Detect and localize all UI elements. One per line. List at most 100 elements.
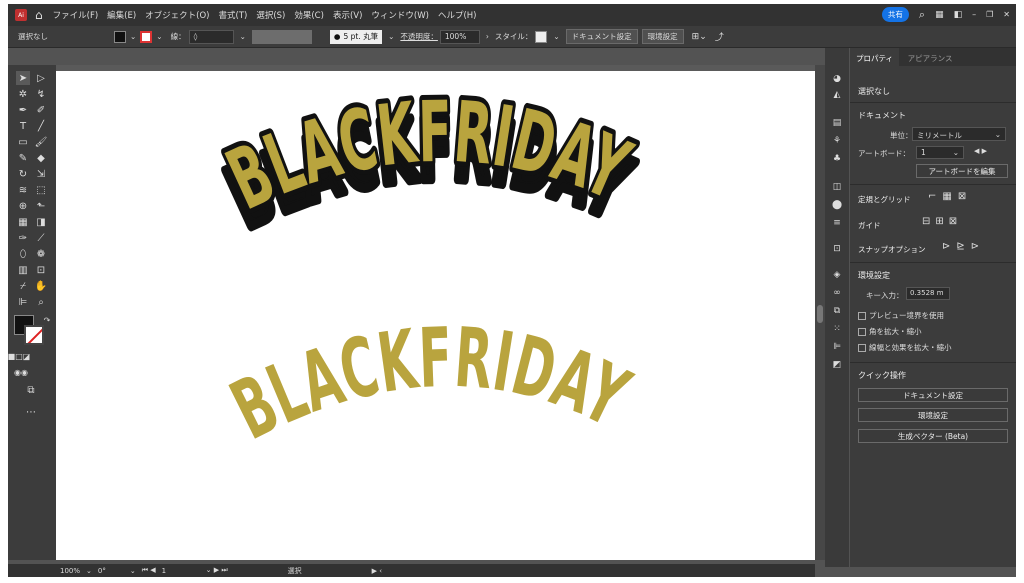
swatches-icon[interactable]: ▤ xyxy=(831,118,843,128)
artboard-number[interactable]: 1 xyxy=(162,567,202,575)
menu-window[interactable]: ウィンドウ(W) xyxy=(371,9,429,21)
rotate-tool-icon[interactable]: ↻ xyxy=(16,167,30,181)
preferences-button[interactable]: 環境設定 xyxy=(641,29,684,44)
chevron-down-icon[interactable]: ⌄ xyxy=(130,32,136,41)
swap-colors-icon[interactable]: ↷ xyxy=(40,313,54,327)
scale-strokes-checkbox[interactable]: 線幅と効果を拡大・縮小 xyxy=(858,342,952,353)
gradient-tool-icon[interactable]: ◨ xyxy=(34,215,48,229)
direct-selection-tool-icon[interactable]: ▷ xyxy=(34,71,48,85)
align-tool-icon[interactable]: ⊫ xyxy=(16,295,30,309)
color-guide-icon[interactable]: ◭ xyxy=(831,90,843,100)
close-icon[interactable]: ✕ xyxy=(1003,10,1010,19)
guides-icons[interactable]: ⊟⊞⊠ xyxy=(922,216,962,227)
scroll-thumb[interactable] xyxy=(817,305,823,323)
chevron-down-icon[interactable]: ⌄ xyxy=(156,32,162,41)
lasso-icon[interactable]: ↯ xyxy=(34,87,48,101)
chevron-down-icon[interactable]: ⌄ xyxy=(553,32,559,41)
fill-swatch[interactable] xyxy=(114,30,126,43)
snap-icons[interactable]: ⊳⊵⊳ xyxy=(942,241,985,252)
brush-definition-field[interactable]: ● 5 pt. 丸筆 xyxy=(329,29,383,44)
pen-tool-icon[interactable]: ✒ xyxy=(16,103,30,117)
rectangle-tool-icon[interactable]: ▭ xyxy=(16,135,30,149)
chevron-down-icon[interactable]: ⌄ xyxy=(86,567,92,575)
menu-effect[interactable]: 効果(C) xyxy=(294,9,324,21)
symbols-icon[interactable]: ♣ xyxy=(831,154,843,164)
chevron-down-icon[interactable]: ⌄ xyxy=(130,567,136,575)
rotation-value[interactable]: 0° xyxy=(98,567,106,575)
blend-tool-icon[interactable]: ⬯ xyxy=(16,247,30,261)
share-button[interactable]: 共有 xyxy=(881,7,909,22)
opacity-label[interactable]: 不透明度： xyxy=(400,31,438,42)
links-icon[interactable]: ∞ xyxy=(831,288,843,298)
menu-edit[interactable]: 編集(E) xyxy=(107,9,136,21)
stroke-panel-icon[interactable]: ≡ xyxy=(831,218,843,228)
artboard-tool-icon[interactable]: ⊡ xyxy=(34,263,48,277)
workspace-icon[interactable]: ◧ xyxy=(954,10,963,20)
curvature-tool-icon[interactable]: ✐ xyxy=(34,103,48,117)
warp-tool-icon[interactable]: ≋ xyxy=(16,183,30,197)
selection-tool-icon[interactable]: ➤ xyxy=(16,71,30,85)
tab-appearance[interactable]: アピアランス xyxy=(902,48,959,69)
paintbrush-icon[interactable]: 🖌 xyxy=(34,135,48,149)
chevron-right-icon[interactable]: › xyxy=(486,32,489,41)
vertical-scrollbar[interactable] xyxy=(815,65,825,560)
free-transform-icon[interactable]: ⬚ xyxy=(34,183,48,197)
measure-tool-icon[interactable]: ⟋ xyxy=(34,231,48,245)
bottom-text[interactable]: BLACKFRIDAY xyxy=(218,311,643,459)
eraser-icon[interactable]: ◆ xyxy=(34,151,48,165)
stroke-color-box[interactable] xyxy=(24,325,44,345)
draw-mode-icon[interactable]: ◉◉ xyxy=(14,365,28,379)
perspective-grid-icon[interactable]: ▦ xyxy=(16,215,30,229)
assets-icon[interactable]: ◩ xyxy=(831,360,843,370)
top-text-fill[interactable]: BLACKFRIDAY xyxy=(213,83,643,229)
brushes-icon[interactable]: ⚘ xyxy=(831,136,843,146)
artboard[interactable]: BLACKFRIDAY BLACKFRIDAY BLACKFRIDAY BLAC… xyxy=(56,71,815,560)
key-increment-input[interactable]: 0.3528 m xyxy=(906,287,950,300)
artboard-nav-prev-icon[interactable]: ⏮ ◀ xyxy=(142,566,156,575)
artboard-nav-icon[interactable]: ◀ ▶ xyxy=(974,147,987,155)
checkbox[interactable] xyxy=(858,312,866,320)
scale-tool-icon[interactable]: ⇲ xyxy=(34,167,48,181)
preview-bounds-checkbox[interactable]: プレビュー境界を使用 xyxy=(858,310,944,321)
symbol-sprayer-icon[interactable]: ❁ xyxy=(34,247,48,261)
edit-artboards-button[interactable]: アートボードを編集 xyxy=(916,164,1008,178)
home-icon[interactable]: ⌂ xyxy=(35,8,43,22)
search-icon[interactable]: ⌕ xyxy=(919,8,925,22)
zoom-level[interactable]: 100% xyxy=(60,567,80,575)
pathfinder-icon[interactable]: ⧉ xyxy=(831,306,843,316)
opacity-input[interactable]: 100% xyxy=(439,29,480,44)
layers-icon[interactable]: ◈ xyxy=(831,270,843,280)
menu-view[interactable]: 表示(V) xyxy=(333,9,362,21)
menu-file[interactable]: ファイル(F) xyxy=(53,9,99,21)
type-tool-icon[interactable]: T xyxy=(16,119,30,133)
minimize-icon[interactable]: – xyxy=(972,10,976,19)
document-setup-button[interactable]: ドキュメント設定 xyxy=(565,29,638,44)
style-swatch[interactable] xyxy=(535,30,548,43)
artboard-select[interactable]: 1 ⌄ xyxy=(916,146,964,159)
variable-width-field[interactable] xyxy=(251,29,312,44)
transform-icon[interactable]: ⤴ xyxy=(715,30,724,43)
chevron-down-icon[interactable]: ⌄ xyxy=(388,32,394,41)
arrange-icon[interactable]: ▦ xyxy=(935,10,944,20)
slice-tool-icon[interactable]: ⌿ xyxy=(16,279,30,293)
scale-corners-checkbox[interactable]: 角を拡大・縮小 xyxy=(858,326,922,337)
rulers-icons[interactable]: ⌐▦⊠ xyxy=(928,191,972,202)
quick-preferences-button[interactable]: 環境設定 xyxy=(858,408,1008,422)
restore-icon[interactable]: ❐ xyxy=(986,10,993,19)
chevron-down-icon[interactable]: ⌄ xyxy=(240,32,246,41)
line-tool-icon[interactable]: ╱ xyxy=(34,119,48,133)
align-icon[interactable]: ⊞⌄ xyxy=(692,32,707,42)
artboards-icon[interactable]: ⊡ xyxy=(831,244,843,254)
color-panel-icon[interactable]: ◕ xyxy=(831,74,843,84)
artboard-nav-next-icon[interactable]: ⌄ ▶ ⏭ xyxy=(206,566,228,575)
live-paint-icon[interactable]: ⬑ xyxy=(34,199,48,213)
quick-document-setup-button[interactable]: ドキュメント設定 xyxy=(858,388,1008,402)
checkbox[interactable] xyxy=(858,344,866,352)
screen-mode-icon[interactable]: ⧉ xyxy=(24,383,38,397)
hand-tool-icon[interactable]: ✋ xyxy=(34,279,48,293)
transparency-icon[interactable]: ◫ xyxy=(831,182,843,192)
stroke-swatch[interactable] xyxy=(140,30,153,43)
canvas-area[interactable]: BLACKFRIDAY BLACKFRIDAY BLACKFRIDAY BLAC… xyxy=(56,65,815,560)
menu-help[interactable]: ヘルプ(H) xyxy=(438,9,477,21)
zoom-tool-icon[interactable]: ⌕ xyxy=(34,295,48,309)
